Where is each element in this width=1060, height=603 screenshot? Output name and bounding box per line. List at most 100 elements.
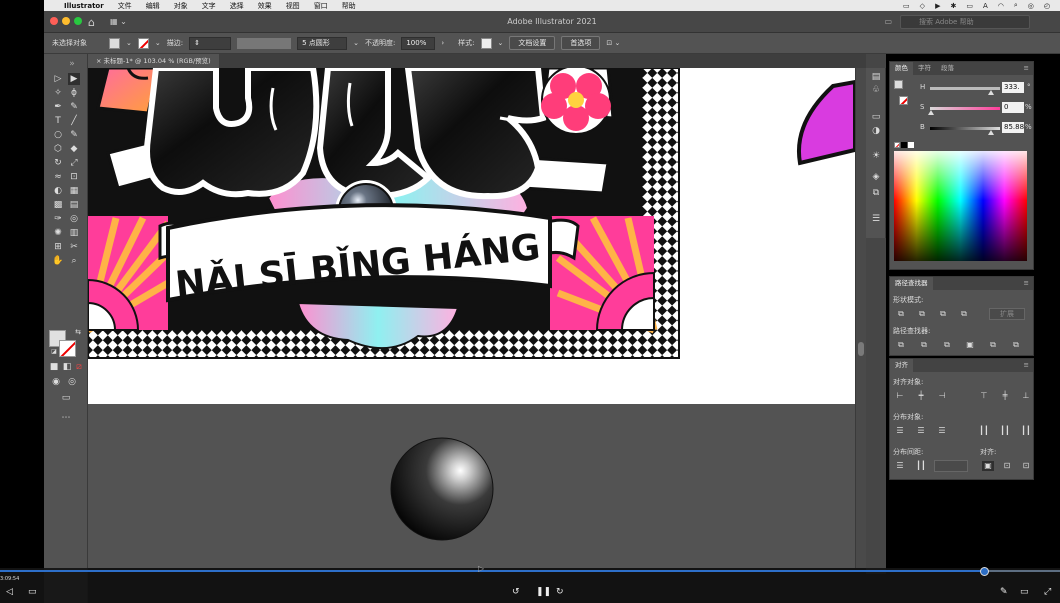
brush-definition[interactable]: 5 点圆形 bbox=[297, 36, 348, 50]
perspective-grid-tool-icon[interactable]: ▦ bbox=[68, 185, 80, 197]
s-slider[interactable] bbox=[930, 107, 1000, 110]
distribute-vcenter-icon[interactable]: ☰ bbox=[915, 426, 927, 436]
help-search-input[interactable]: 搜索 Adobe 帮助 bbox=[900, 15, 1030, 29]
progress-knob[interactable] bbox=[980, 567, 989, 576]
screen-mode-icon[interactable]: ▭ bbox=[60, 392, 72, 404]
libraries-icon[interactable]: ♧ bbox=[871, 85, 881, 95]
pause-icon[interactable]: ❚❚ bbox=[536, 587, 551, 597]
distribute-bottom-icon[interactable]: ☰ bbox=[936, 426, 948, 436]
draw-icon[interactable]: ✎ bbox=[1000, 587, 1008, 597]
tab-paragraph[interactable]: 段落 bbox=[936, 62, 959, 75]
align-right-icon[interactable]: ⊣ bbox=[936, 391, 948, 401]
slice-tool-icon[interactable]: ✂ bbox=[68, 241, 80, 253]
distribute-hcenter-icon[interactable]: ┃┃ bbox=[999, 426, 1011, 436]
variable-width-field[interactable] bbox=[237, 37, 292, 49]
align-bottom-icon[interactable]: ⊥ bbox=[1020, 391, 1032, 401]
play-icon[interactable]: ▶ bbox=[935, 2, 940, 10]
menu-type[interactable]: 文字 bbox=[202, 1, 216, 11]
mesh-tool-icon[interactable]: ▩ bbox=[52, 199, 64, 211]
stroke-panel-icon[interactable]: ▭ bbox=[871, 112, 881, 122]
width-tool-icon[interactable]: ≈ bbox=[52, 171, 64, 183]
eyedropper-tool-icon[interactable]: ✑ bbox=[52, 213, 64, 225]
battery-icon[interactable]: ▭ bbox=[966, 2, 973, 10]
s-value-field[interactable]: 0 bbox=[1002, 102, 1024, 113]
zoom-tool-icon[interactable]: ⌕ bbox=[68, 255, 80, 267]
document-setup-button[interactable]: 文档设置 bbox=[509, 36, 556, 50]
menu-file[interactable]: 文件 bbox=[118, 1, 132, 11]
wifi-icon[interactable]: ◠ bbox=[998, 2, 1004, 10]
artboards-icon[interactable]: ⧉ bbox=[871, 188, 881, 198]
color-spectrum[interactable] bbox=[894, 151, 1027, 261]
screen-icon[interactable]: ▭ bbox=[903, 2, 910, 10]
minus-front-icon[interactable]: ⧉ bbox=[916, 309, 928, 319]
rewind-icon[interactable]: ↺ bbox=[512, 587, 520, 597]
opacity-field[interactable]: 100% bbox=[401, 36, 436, 50]
distribute-left-icon[interactable]: ┃┃ bbox=[978, 426, 990, 436]
stroke-indicator[interactable] bbox=[899, 96, 908, 105]
menu-help[interactable]: 帮助 bbox=[342, 1, 356, 11]
opacity-dropdown-icon[interactable]: › bbox=[441, 39, 444, 47]
pathfinder-menu-icon[interactable]: ≡ bbox=[1019, 277, 1033, 290]
brush-dropdown-icon[interactable]: ⌄ bbox=[353, 39, 359, 47]
crop-icon[interactable]: ▣ bbox=[964, 340, 976, 350]
style-dropdown-icon[interactable]: ⌄ bbox=[498, 39, 504, 47]
exclude-icon[interactable]: ⧉ bbox=[958, 309, 970, 319]
default-colors-icon[interactable]: ◪ bbox=[48, 346, 60, 358]
menu-window[interactable]: 窗口 bbox=[314, 1, 328, 11]
swap-colors-icon[interactable]: ⇆ bbox=[72, 326, 84, 338]
transparency-icon[interactable]: ◑ bbox=[871, 126, 881, 136]
b-value-field[interactable]: 85.88 bbox=[1002, 122, 1024, 133]
align-menu-icon[interactable]: ≡ bbox=[1019, 359, 1033, 372]
preferences-button[interactable]: 首选项 bbox=[561, 36, 601, 50]
h-slider-thumb[interactable] bbox=[988, 90, 994, 95]
none-mode-icon[interactable]: ⧄ bbox=[73, 361, 85, 373]
h-value-field[interactable]: 333. bbox=[1002, 82, 1024, 93]
black-swatch[interactable] bbox=[901, 142, 907, 148]
s-slider-thumb[interactable] bbox=[928, 110, 934, 115]
tab-color[interactable]: 颜色 bbox=[890, 62, 913, 75]
unite-icon[interactable]: ⧉ bbox=[895, 309, 907, 319]
align-vcenter-icon[interactable]: ╪ bbox=[999, 391, 1011, 401]
menu-app-name[interactable]: Illustrator bbox=[64, 2, 104, 10]
pen-tool-icon[interactable]: ✒ bbox=[52, 101, 64, 113]
input-icon[interactable]: A bbox=[983, 2, 988, 10]
subtitle-icon[interactable]: ▭ bbox=[28, 587, 37, 597]
pip-icon[interactable]: ▭ bbox=[1020, 587, 1029, 597]
eraser-tool-icon[interactable]: ◆ bbox=[68, 143, 80, 155]
appearance-icon[interactable]: ☀ bbox=[871, 151, 881, 161]
menu-effect[interactable]: 效果 bbox=[258, 1, 272, 11]
align-hcenter-icon[interactable]: ┿ bbox=[915, 391, 927, 401]
distribute-vspace-icon[interactable]: ☰ bbox=[894, 461, 906, 471]
distribute-hspace-icon[interactable]: ┃┃ bbox=[915, 461, 927, 471]
type-tool-icon[interactable]: T bbox=[52, 115, 64, 127]
stroke-color-swatch[interactable] bbox=[59, 340, 76, 357]
document-tab[interactable]: × 未标题-1* @ 103.04 % (RGB/预览) bbox=[88, 54, 219, 68]
arrange-documents-icon[interactable]: ⊡ ⌄ bbox=[606, 39, 620, 47]
layers-icon[interactable]: ◈ bbox=[871, 172, 881, 182]
align-to-key-object-icon[interactable]: ⊡ bbox=[1001, 461, 1013, 471]
paintbrush-tool-icon[interactable]: ✎ bbox=[68, 129, 80, 141]
align-top-icon[interactable]: ⊤ bbox=[978, 391, 990, 401]
none-swatch[interactable] bbox=[894, 142, 900, 148]
outline-icon[interactable]: ⧉ bbox=[987, 340, 999, 350]
white-swatch[interactable] bbox=[908, 142, 914, 148]
scale-tool-icon[interactable]: ⤢ bbox=[68, 157, 80, 169]
blend-tool-icon[interactable]: ◎ bbox=[68, 213, 80, 225]
mute-icon[interactable]: ◇ bbox=[920, 2, 925, 10]
properties-sliders-icon[interactable]: ☰ bbox=[871, 214, 881, 224]
curvature-tool-icon[interactable]: ✎ bbox=[68, 101, 80, 113]
trim-icon[interactable]: ⧉ bbox=[918, 340, 930, 350]
align-to-artboard-icon[interactable]: ⊡ bbox=[1020, 461, 1032, 471]
line-tool-icon[interactable]: ╱ bbox=[68, 115, 80, 127]
tab-pathfinder[interactable]: 路径查找器 bbox=[890, 277, 933, 290]
tab-align[interactable]: 对齐 bbox=[890, 359, 913, 372]
black-sphere[interactable] bbox=[390, 437, 494, 541]
forward-icon[interactable]: ↻ bbox=[556, 587, 564, 597]
divide-icon[interactable]: ⧉ bbox=[895, 340, 907, 350]
direct-selection-tool-icon[interactable]: ▶ bbox=[68, 73, 80, 85]
volume-icon[interactable]: ◁ bbox=[6, 587, 13, 597]
lasso-tool-icon[interactable]: ϕ bbox=[68, 87, 80, 99]
menu-object[interactable]: 对象 bbox=[174, 1, 188, 11]
bluetooth-icon[interactable]: ✱ bbox=[950, 2, 956, 10]
control-center-icon[interactable]: ◎ bbox=[1028, 2, 1034, 10]
